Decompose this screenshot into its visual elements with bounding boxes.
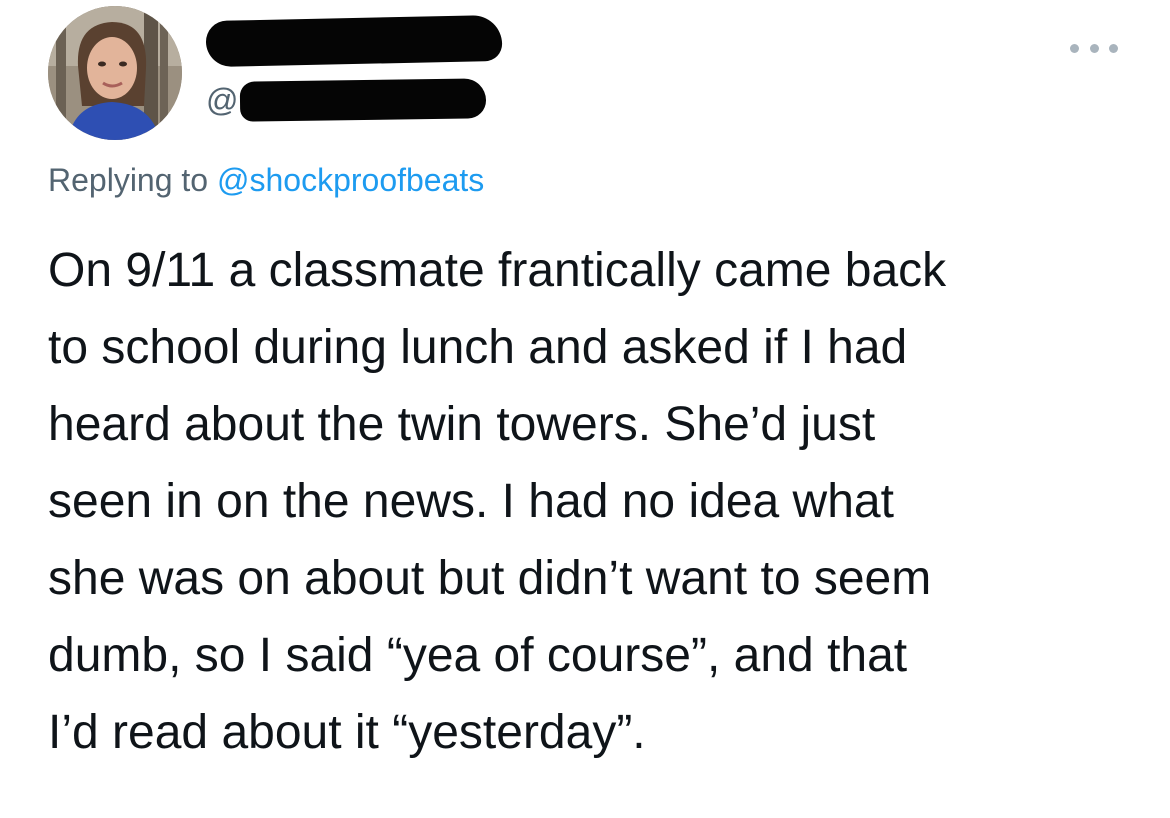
tweet-text-line: dumb, so I said “yea of course”, and tha… <box>48 629 908 682</box>
profile-photo-icon <box>48 6 182 140</box>
replying-to-label: Replying to <box>48 162 209 198</box>
tweet-text-line: she was on about but didn’t want to seem <box>48 552 932 605</box>
handle-prefix: @ <box>206 82 239 118</box>
tweet-text-line: I’d read about it “yesterday”. <box>48 706 646 759</box>
tweet-text: On 9/11 a classmate frantically came bac… <box>48 232 1148 771</box>
replying-to: Replying to @shockproofbeats <box>48 162 484 199</box>
handle-redacted <box>240 78 487 122</box>
tweet-text-line: seen in on the news. I had no idea what <box>48 475 894 528</box>
tweet-text-line: to school during lunch and asked if I ha… <box>48 321 908 374</box>
reply-mention-link[interactable]: @shockproofbeats <box>217 162 484 198</box>
tweet-text-line: On 9/11 a classmate frantically came bac… <box>48 244 947 297</box>
author-handle: @ <box>206 78 487 122</box>
ellipsis-dot <box>1070 43 1079 53</box>
avatar[interactable] <box>48 6 182 140</box>
display-name-redacted <box>205 14 503 68</box>
ellipsis-dot <box>1109 43 1118 53</box>
ellipsis-icon[interactable] <box>1070 36 1118 60</box>
tweet-text-line: heard about the twin towers. She’d just <box>48 398 876 451</box>
ellipsis-dot <box>1089 43 1099 53</box>
